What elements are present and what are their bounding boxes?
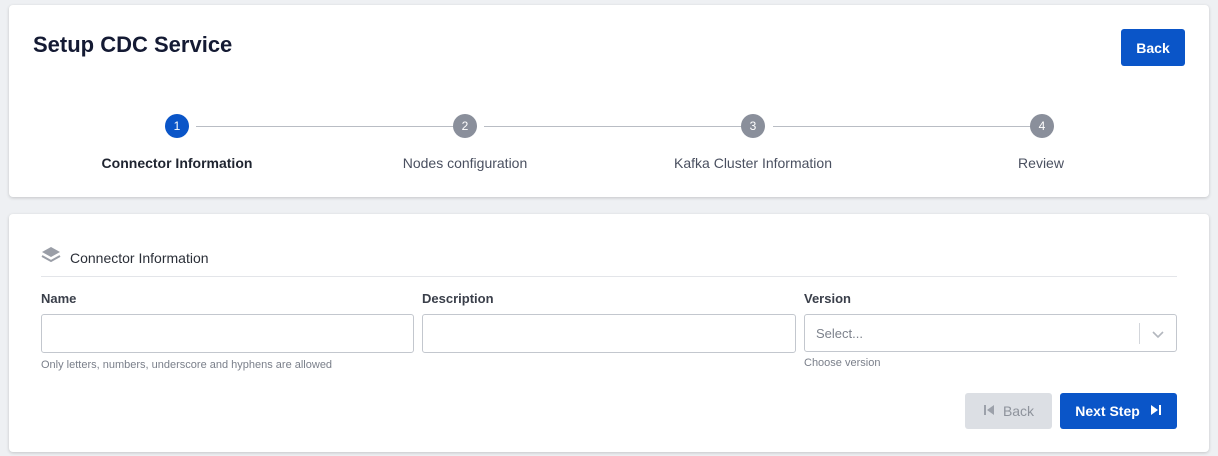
step-3-label[interactable]: Kafka Cluster Information [643, 155, 863, 171]
section-divider [41, 276, 1177, 277]
next-step-label: Next Step [1075, 403, 1140, 419]
step-connector [196, 126, 453, 127]
step-4-label[interactable]: Review [931, 155, 1151, 171]
description-label: Description [422, 291, 494, 306]
skip-next-icon [1150, 403, 1162, 419]
previous-step-button[interactable]: Back [965, 393, 1052, 429]
chevron-down-icon[interactable] [1149, 325, 1167, 343]
page-title: Setup CDC Service [33, 32, 233, 57]
step-1-label[interactable]: Connector Information [67, 155, 287, 171]
step-3-indicator[interactable]: 3 [741, 114, 765, 138]
step-1-indicator[interactable]: 1 [165, 114, 189, 138]
step-4-indicator[interactable]: 4 [1030, 114, 1054, 138]
description-input[interactable] [422, 314, 796, 353]
select-separator [1139, 323, 1140, 344]
section-header: Connector Information [41, 246, 209, 269]
step-connector [773, 126, 1030, 127]
section-title: Connector Information [70, 249, 209, 266]
version-select[interactable]: Select... [804, 314, 1177, 352]
version-label: Version [804, 291, 851, 306]
header-card: Setup CDC Service Back 1 2 3 4 Connector… [9, 5, 1209, 197]
step-connector [484, 126, 741, 127]
next-step-button[interactable]: Next Step [1060, 393, 1177, 429]
header-back-button[interactable]: Back [1121, 29, 1185, 66]
version-select-placeholder: Select... [816, 326, 863, 341]
connector-form-card: Connector Information Name Only letters,… [9, 214, 1209, 452]
step-2-label[interactable]: Nodes configuration [355, 155, 575, 171]
name-label: Name [41, 291, 77, 306]
skip-previous-icon [983, 403, 995, 419]
name-input[interactable] [41, 314, 414, 353]
previous-step-label: Back [1002, 403, 1035, 419]
version-hint: Choose version [804, 357, 881, 369]
step-2-indicator[interactable]: 2 [453, 114, 477, 138]
layers-icon [41, 246, 61, 269]
name-hint: Only letters, numbers, underscore and hy… [41, 359, 333, 371]
